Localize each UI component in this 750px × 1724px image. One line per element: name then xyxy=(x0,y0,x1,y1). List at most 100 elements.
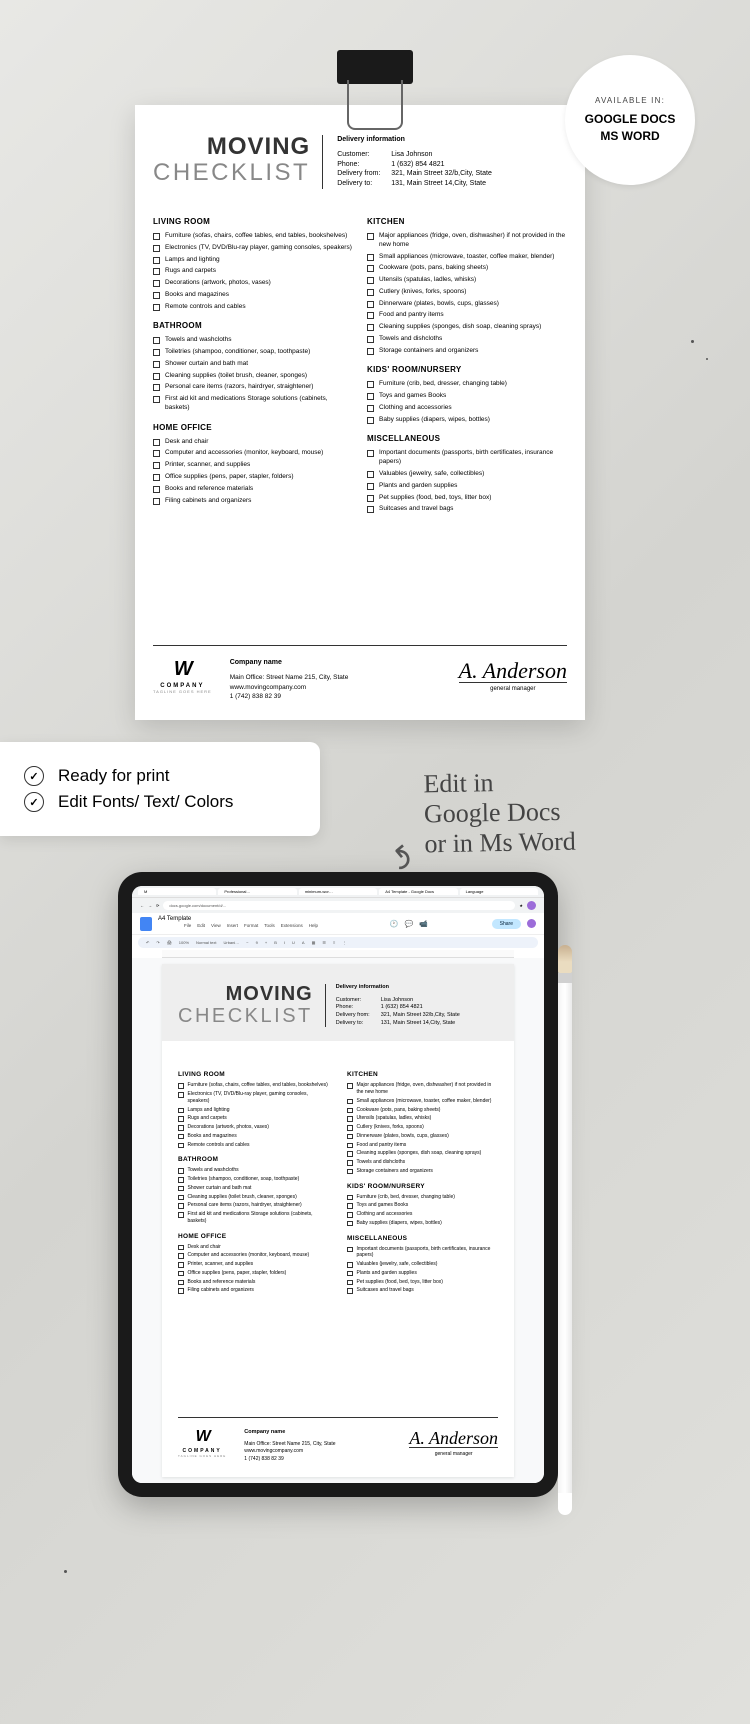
checkbox-icon[interactable] xyxy=(178,1092,184,1098)
checkbox-icon[interactable] xyxy=(347,1212,353,1218)
checkbox-icon[interactable] xyxy=(347,1262,353,1268)
checkbox-icon[interactable] xyxy=(153,462,160,469)
checkbox-icon[interactable] xyxy=(178,1168,184,1174)
checkbox-icon[interactable] xyxy=(367,233,374,240)
checkbox-icon[interactable] xyxy=(153,233,160,240)
checkbox-icon[interactable] xyxy=(367,471,374,478)
checkbox-icon[interactable] xyxy=(178,1253,184,1259)
checkbox-icon[interactable] xyxy=(178,1195,184,1201)
checkbox-icon[interactable] xyxy=(347,1143,353,1149)
toolbar-button[interactable]: ↷ xyxy=(154,940,161,945)
checkbox-icon[interactable] xyxy=(367,405,374,412)
checkbox-icon[interactable] xyxy=(178,1083,184,1089)
menu-item[interactable]: Help xyxy=(309,923,318,928)
checkbox-icon[interactable] xyxy=(178,1203,184,1209)
browser-tab[interactable]: A4 Template - Google Docs xyxy=(379,888,457,895)
checkbox-icon[interactable] xyxy=(347,1151,353,1157)
menu-item[interactable]: View xyxy=(211,923,221,928)
checkbox-icon[interactable] xyxy=(367,301,374,308)
checkbox-icon[interactable] xyxy=(178,1280,184,1286)
checkbox-icon[interactable] xyxy=(153,292,160,299)
checkbox-icon[interactable] xyxy=(178,1288,184,1294)
reload-icon[interactable]: ⟳ xyxy=(156,903,159,908)
checkbox-icon[interactable] xyxy=(367,289,374,296)
menu-item[interactable]: Tools xyxy=(264,923,275,928)
meet-icon[interactable]: 📹 xyxy=(419,920,428,928)
checkbox-icon[interactable] xyxy=(178,1116,184,1122)
toolbar-button[interactable]: A xyxy=(300,940,307,945)
checkbox-icon[interactable] xyxy=(153,280,160,287)
gdocs-logo-icon[interactable] xyxy=(140,917,152,931)
checkbox-icon[interactable] xyxy=(178,1125,184,1131)
checkbox-icon[interactable] xyxy=(178,1134,184,1140)
toolbar-button[interactable]: − xyxy=(244,940,250,945)
checkbox-icon[interactable] xyxy=(347,1099,353,1105)
checkbox-icon[interactable] xyxy=(367,417,374,424)
extension-icon[interactable]: ★ xyxy=(519,903,523,908)
comment-icon[interactable]: 💬 xyxy=(404,920,413,928)
history-icon[interactable]: 🕐 xyxy=(390,920,399,928)
doc-page[interactable]: MOVING CHECKLIST Delivery information Cu… xyxy=(162,964,514,1477)
user-avatar[interactable] xyxy=(527,919,536,928)
checkbox-icon[interactable] xyxy=(367,393,374,400)
profile-avatar[interactable] xyxy=(527,901,536,910)
share-button[interactable]: Share xyxy=(492,919,521,929)
browser-tab[interactable]: Language xyxy=(460,888,538,895)
toolbar-button[interactable]: 9 xyxy=(254,940,260,945)
toolbar-button[interactable]: + xyxy=(263,940,269,945)
checkbox-icon[interactable] xyxy=(347,1160,353,1166)
toolbar-button[interactable]: ▦ xyxy=(310,940,318,945)
checkbox-icon[interactable] xyxy=(367,348,374,355)
checkbox-icon[interactable] xyxy=(178,1108,184,1114)
checkbox-icon[interactable] xyxy=(153,373,160,380)
checkbox-icon[interactable] xyxy=(153,498,160,505)
checkbox-icon[interactable] xyxy=(347,1125,353,1131)
toolbar-button[interactable]: 🖨 xyxy=(165,940,174,945)
checkbox-icon[interactable] xyxy=(347,1169,353,1175)
toolbar-button[interactable]: ↶ xyxy=(144,940,151,945)
browser-tab[interactable]: minimum-wor… xyxy=(299,888,377,895)
checkbox-icon[interactable] xyxy=(367,324,374,331)
checkbox-icon[interactable] xyxy=(153,349,160,356)
toolbar-button[interactable]: Normal text xyxy=(194,940,218,945)
toolbar-button[interactable]: 100% xyxy=(177,940,191,945)
checkbox-icon[interactable] xyxy=(178,1186,184,1192)
checkbox-icon[interactable] xyxy=(367,312,374,319)
toolbar-button[interactable]: I xyxy=(282,940,287,945)
toolbar-button[interactable]: ☰ xyxy=(320,940,328,945)
toolbar-button[interactable]: ≡ xyxy=(331,940,337,945)
checkbox-icon[interactable] xyxy=(178,1212,184,1218)
checkbox-icon[interactable] xyxy=(178,1177,184,1183)
checkbox-icon[interactable] xyxy=(178,1262,184,1268)
checkbox-icon[interactable] xyxy=(367,265,374,272)
checkbox-icon[interactable] xyxy=(347,1083,353,1089)
menu-item[interactable]: File xyxy=(184,923,191,928)
checkbox-icon[interactable] xyxy=(153,361,160,368)
checkbox-icon[interactable] xyxy=(347,1271,353,1277)
toolbar-button[interactable]: U xyxy=(290,940,297,945)
checkbox-icon[interactable] xyxy=(153,245,160,252)
checkbox-icon[interactable] xyxy=(153,396,160,403)
checkbox-icon[interactable] xyxy=(347,1288,353,1294)
browser-tab[interactable]: Professional… xyxy=(218,888,296,895)
checkbox-icon[interactable] xyxy=(153,384,160,391)
checkbox-icon[interactable] xyxy=(347,1247,353,1253)
url-field[interactable]: docs.google.com/document/d/... xyxy=(163,901,515,910)
menu-item[interactable]: Edit xyxy=(197,923,205,928)
menu-item[interactable]: Insert xyxy=(227,923,238,928)
checkbox-icon[interactable] xyxy=(367,506,374,513)
checkbox-icon[interactable] xyxy=(347,1108,353,1114)
checkbox-icon[interactable] xyxy=(347,1280,353,1286)
nav-back-icon[interactable]: ← xyxy=(140,903,144,908)
checkbox-icon[interactable] xyxy=(153,268,160,275)
checkbox-icon[interactable] xyxy=(347,1195,353,1201)
checkbox-icon[interactable] xyxy=(367,336,374,343)
checkbox-icon[interactable] xyxy=(367,450,374,457)
checkbox-icon[interactable] xyxy=(153,474,160,481)
menu-item[interactable]: Format xyxy=(244,923,258,928)
checkbox-icon[interactable] xyxy=(153,439,160,446)
checkbox-icon[interactable] xyxy=(367,277,374,284)
checkbox-icon[interactable] xyxy=(153,486,160,493)
toolbar-button[interactable]: B xyxy=(272,940,279,945)
checkbox-icon[interactable] xyxy=(347,1221,353,1227)
